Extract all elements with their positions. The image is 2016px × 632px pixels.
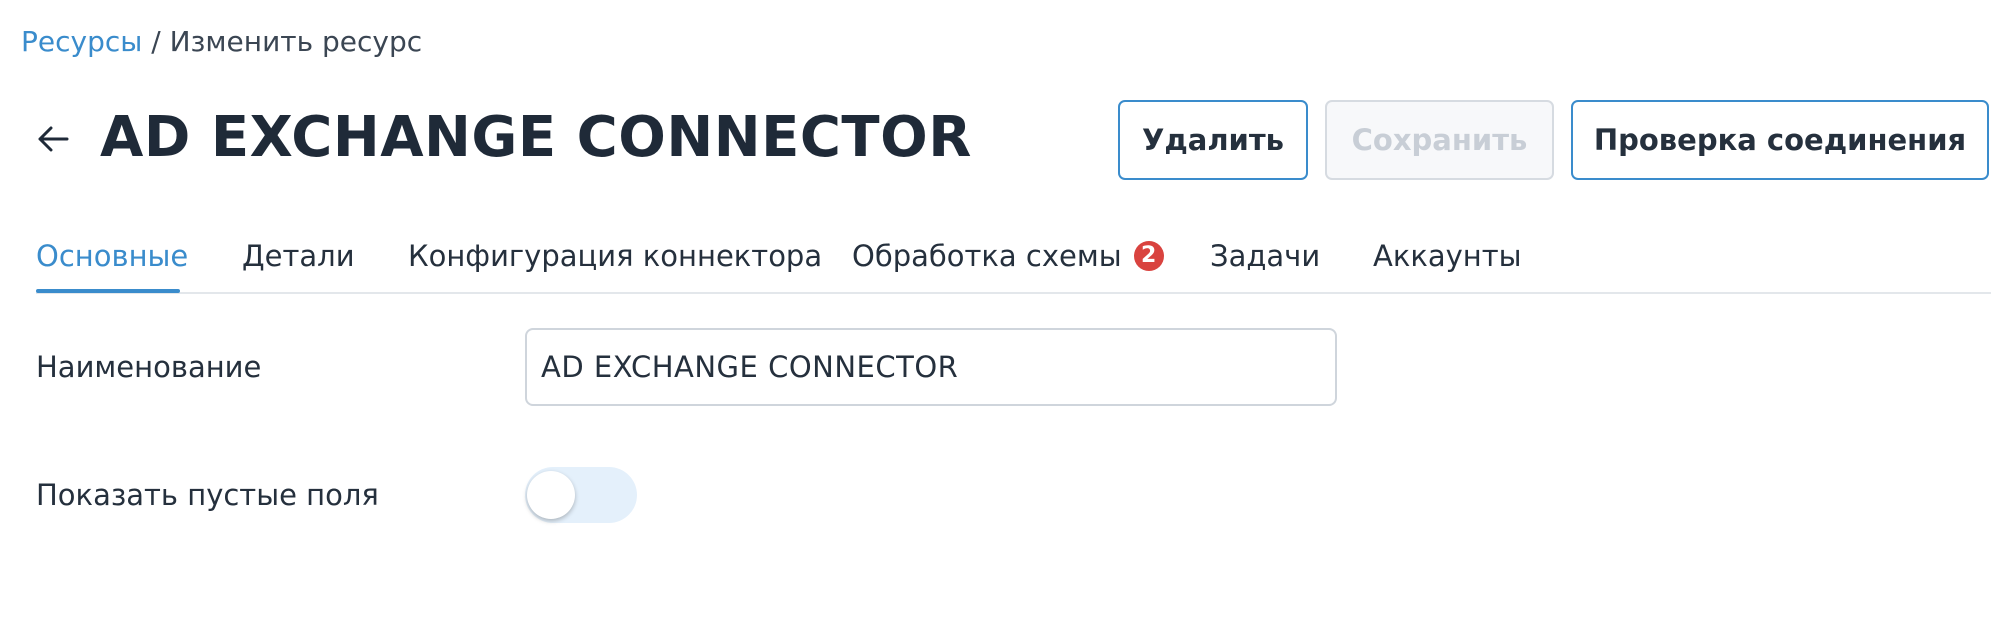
notification-badge: 2 (1133, 241, 1164, 271)
tab-details[interactable]: Детали (242, 236, 355, 276)
breadcrumb-link-resources[interactable]: Ресурсы (21, 25, 142, 58)
tab-accounts[interactable]: Аккаунты (1373, 236, 1522, 276)
tab-label: Детали (242, 239, 355, 273)
tab-label: Аккаунты (1373, 239, 1522, 273)
name-input[interactable] (525, 328, 1337, 406)
save-button[interactable]: Сохранить (1325, 100, 1554, 180)
breadcrumb-current: Изменить ресурс (169, 25, 423, 58)
tab-label: Конфигурация коннектора (408, 239, 823, 273)
tab-bar: Основные Детали Конфигурация коннектора … (36, 226, 1991, 294)
delete-button[interactable]: Удалить (1118, 100, 1308, 180)
breadcrumb: Ресурсы / Изменить ресурс (21, 22, 422, 62)
tab-label: Задачи (1210, 239, 1321, 273)
name-label: Наименование (36, 350, 262, 384)
back-button[interactable] (32, 118, 74, 160)
arrow-left-icon (38, 126, 69, 152)
tab-main[interactable]: Основные (36, 236, 188, 276)
tab-schema-processing[interactable]: Обработка схемы 2 (852, 236, 1164, 276)
tab-label: Основные (36, 239, 189, 273)
show-empty-fields-label: Показать пустые поля (36, 478, 379, 512)
tab-label: Обработка схемы (852, 239, 1122, 273)
active-tab-indicator (36, 289, 180, 293)
show-empty-fields-toggle[interactable] (525, 467, 637, 523)
tab-tasks[interactable]: Задачи (1210, 236, 1320, 276)
check-connection-button[interactable]: Проверка соединения (1571, 100, 1989, 180)
breadcrumb-separator: / (142, 25, 170, 58)
tab-connector-config[interactable]: Конфигурация коннектора (408, 236, 822, 276)
toggle-knob (527, 471, 575, 519)
page-title: AD EXCHANGE CONNECTOR (100, 105, 972, 170)
